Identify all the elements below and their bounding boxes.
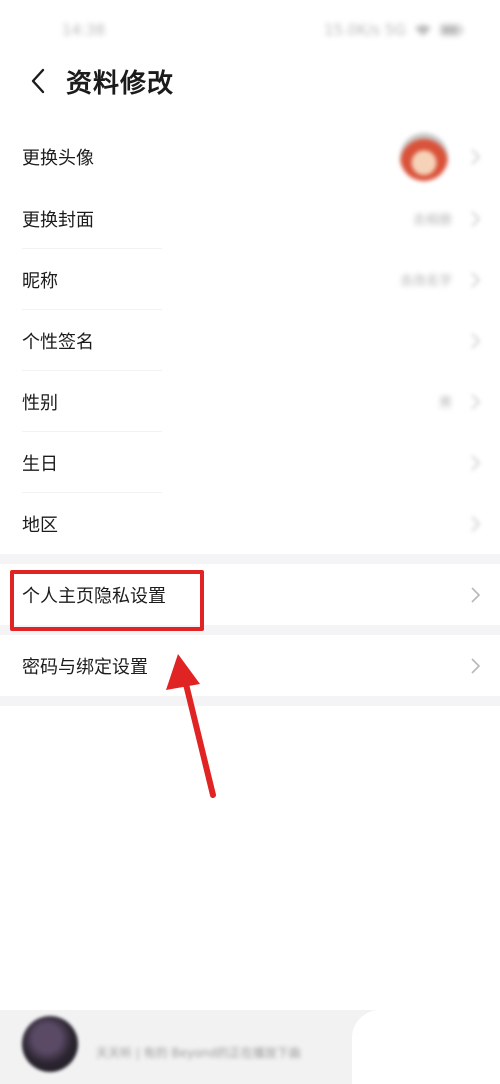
album-cover-image[interactable] [22, 1016, 78, 1072]
row-change-avatar[interactable]: 更换头像 [0, 126, 500, 188]
chevron-right-icon [471, 454, 481, 471]
status-time: 14:38 [62, 21, 106, 39]
row-value: 去相册 [412, 213, 452, 228]
row-label: 更换封面 [22, 209, 94, 231]
wifi-icon [415, 25, 431, 36]
row-value: 男 [438, 396, 452, 411]
chevron-right-icon [471, 393, 481, 410]
chevron-right-icon [471, 586, 481, 603]
row-privacy-settings[interactable]: 个人主页隐私设置 [0, 564, 500, 625]
row-nickname[interactable]: 昵称 去改名字 [0, 249, 500, 310]
chevron-right-icon [471, 271, 481, 288]
chevron-right-icon [471, 657, 481, 674]
battery-icon [440, 24, 463, 36]
row-gender[interactable]: 性别 男 [0, 371, 500, 432]
profile-list: 更换头像 更换封面 去相册 昵称 去改名字 个性签名 性别 男 生日 地区 个人… [0, 126, 500, 706]
row-label: 昵称 [22, 270, 58, 292]
row-region[interactable]: 地区 [0, 493, 500, 554]
row-label: 个性签名 [22, 331, 94, 353]
row-label: 地区 [22, 514, 58, 536]
section-gap [0, 696, 500, 706]
nav-bar: 资料修改 [0, 50, 500, 112]
row-value: 去改名字 [399, 274, 452, 289]
status-network: 15.0K/s 5G [323, 21, 406, 39]
row-change-cover[interactable]: 更换封面 去相册 [0, 188, 500, 249]
chevron-right-icon [471, 210, 481, 227]
bottom-overlay [352, 1010, 500, 1084]
chevron-right-icon [471, 149, 481, 165]
row-birthday[interactable]: 生日 [0, 432, 500, 493]
chevron-right-icon [471, 332, 481, 349]
row-label: 性别 [22, 392, 58, 414]
row-label: 更换头像 [22, 148, 94, 169]
mini-player-bar[interactable]: 天天听 | 有的 Beyond的正在播放下曲 [0, 1010, 500, 1084]
row-password-binding[interactable]: 密码与绑定设置 [0, 635, 500, 696]
status-right-info: 15.0K/s 5G [324, 21, 464, 39]
row-label: 密码与绑定设置 [22, 656, 148, 678]
back-icon[interactable] [14, 50, 62, 112]
row-signature[interactable]: 个性签名 [0, 310, 500, 371]
chevron-right-icon [471, 515, 481, 532]
avatar [400, 133, 448, 181]
page-title: 资料修改 [66, 68, 175, 99]
section-gap [0, 554, 500, 564]
now-playing-text: 天天听 | 有的 Beyond的正在播放下曲 [96, 1046, 301, 1060]
section-gap [0, 625, 500, 635]
row-label: 个人主页隐私设置 [22, 585, 166, 607]
row-label: 生日 [22, 453, 58, 475]
